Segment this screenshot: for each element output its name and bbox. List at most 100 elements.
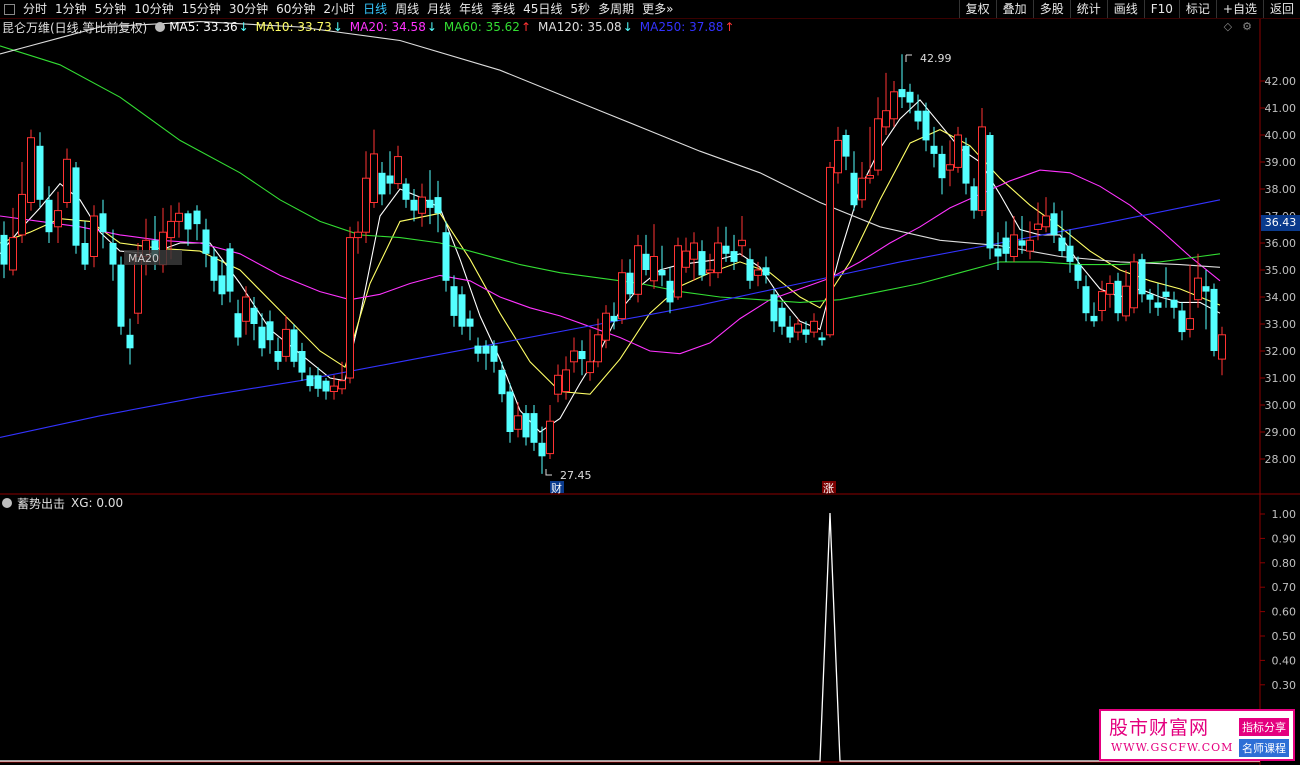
candlestick[interactable] (386, 151, 394, 195)
candlestick[interactable] (946, 140, 954, 187)
candlestick[interactable] (938, 145, 946, 195)
candlestick[interactable] (522, 405, 530, 446)
candlestick[interactable] (818, 332, 826, 346)
candlestick[interactable] (99, 199, 107, 249)
candlestick[interactable] (698, 240, 706, 281)
candlestick[interactable] (554, 364, 562, 403)
candlestick[interactable] (378, 162, 386, 206)
candlestick[interactable] (994, 232, 1002, 270)
candlestick[interactable] (1002, 221, 1010, 262)
indicator-options-icon[interactable] (155, 22, 166, 32)
candlestick[interactable] (850, 151, 858, 211)
candlestick[interactable] (218, 259, 226, 306)
candlestick[interactable] (530, 405, 538, 451)
candlestick[interactable] (642, 234, 650, 276)
candlestick[interactable] (658, 245, 666, 287)
period-tab-2[interactable]: 5分钟 (91, 0, 131, 18)
candlestick[interactable] (1130, 253, 1138, 314)
candlestick[interactable] (1114, 272, 1122, 322)
candlestick[interactable] (184, 210, 192, 246)
candlestick[interactable] (1058, 210, 1066, 257)
candlestick[interactable] (282, 315, 290, 362)
candlestick[interactable] (1162, 267, 1170, 308)
candlestick[interactable] (490, 340, 498, 373)
candlestick[interactable] (706, 253, 714, 287)
toolbar-button-0[interactable]: 复权 (958, 0, 996, 18)
candlestick[interactable] (786, 315, 794, 343)
candlestick[interactable] (354, 221, 362, 254)
candlestick[interactable] (858, 162, 866, 208)
watermark-logo[interactable]: 股市财富网 WWW.GSCFW.COM 指标分享 名师课程 (1099, 709, 1295, 761)
candlestick[interactable] (826, 162, 834, 338)
period-tab-4[interactable]: 15分钟 (178, 0, 225, 18)
candlestick[interactable] (1170, 291, 1178, 319)
candlestick[interactable] (690, 232, 698, 281)
candlestick[interactable] (250, 297, 258, 341)
diamond-icon[interactable]: ◇ (1224, 20, 1232, 33)
candlestick[interactable] (322, 378, 330, 400)
candlestick[interactable] (746, 248, 754, 289)
candlestick[interactable] (258, 313, 266, 357)
toolbar-button-8[interactable]: 返回 (1262, 0, 1300, 18)
event-marker-zhang[interactable]: 涨 (822, 481, 836, 495)
candlestick[interactable] (142, 218, 150, 276)
candlestick[interactable] (538, 426, 546, 474)
period-tab-11[interactable]: 年线 (455, 0, 487, 18)
period-tab-12[interactable]: 季线 (487, 0, 519, 18)
period-tab-6[interactable]: 60分钟 (272, 0, 319, 18)
candlestick[interactable] (546, 405, 554, 459)
candlestick[interactable] (234, 299, 242, 346)
period-tab-1[interactable]: 1分钟 (51, 0, 91, 18)
candlestick[interactable] (1202, 270, 1210, 330)
candlestick[interactable] (986, 132, 994, 260)
toolbar-button-1[interactable]: 叠加 (995, 0, 1033, 18)
candlestick[interactable] (834, 126, 842, 184)
candlestick[interactable] (175, 202, 183, 238)
candlestick[interactable] (626, 259, 634, 300)
candlestick[interactable] (458, 286, 466, 335)
toolbar-button-3[interactable]: 统计 (1069, 0, 1107, 18)
candlestick[interactable] (210, 248, 218, 292)
candlestick[interactable] (126, 318, 134, 365)
candlestick[interactable] (466, 310, 474, 341)
candlestick[interactable] (882, 72, 890, 135)
candlestick[interactable] (610, 302, 618, 330)
period-tab-10[interactable]: 月线 (423, 0, 455, 18)
period-tab-9[interactable]: 周线 (391, 0, 423, 18)
candlestick[interactable] (202, 218, 210, 268)
candlestick[interactable] (266, 310, 274, 354)
candlestick[interactable] (394, 145, 402, 189)
candlestick[interactable] (242, 286, 250, 335)
candlestick[interactable] (314, 367, 322, 397)
candlestick[interactable] (978, 108, 986, 216)
candlestick[interactable] (514, 402, 522, 438)
period-tab-0[interactable]: 分时 (19, 0, 51, 18)
candlestick[interactable] (1178, 302, 1186, 341)
candlestick[interactable] (1154, 283, 1162, 316)
candlestick[interactable] (370, 129, 378, 208)
candlestick[interactable] (193, 205, 201, 241)
candlestick[interactable] (666, 267, 674, 314)
event-marker-cai[interactable]: 财 (550, 481, 564, 495)
candlestick[interactable] (506, 383, 514, 443)
period-tab-16[interactable]: 更多» (638, 0, 677, 18)
period-tab-14[interactable]: 5秒 (566, 0, 594, 18)
candlestick[interactable] (634, 234, 642, 303)
candlestick[interactable] (562, 356, 570, 400)
candlestick[interactable] (1018, 216, 1026, 254)
candlestick[interactable] (442, 221, 450, 292)
candlestick[interactable] (72, 162, 80, 254)
candlestick[interactable] (578, 340, 586, 376)
candlestick[interactable] (754, 261, 762, 287)
period-tab-13[interactable]: 45日线 (519, 0, 566, 18)
candlestick[interactable] (474, 337, 482, 362)
candlestick[interactable] (1210, 283, 1218, 357)
candlestick[interactable] (0, 221, 8, 279)
candlestick[interactable] (674, 237, 682, 300)
candlestick[interactable] (1082, 275, 1090, 322)
period-tab-15[interactable]: 多周期 (594, 0, 638, 18)
candlestick[interactable] (274, 337, 282, 370)
candlestick[interactable] (954, 126, 962, 173)
candlestick[interactable] (1138, 253, 1146, 303)
candlestick[interactable] (1218, 326, 1226, 376)
